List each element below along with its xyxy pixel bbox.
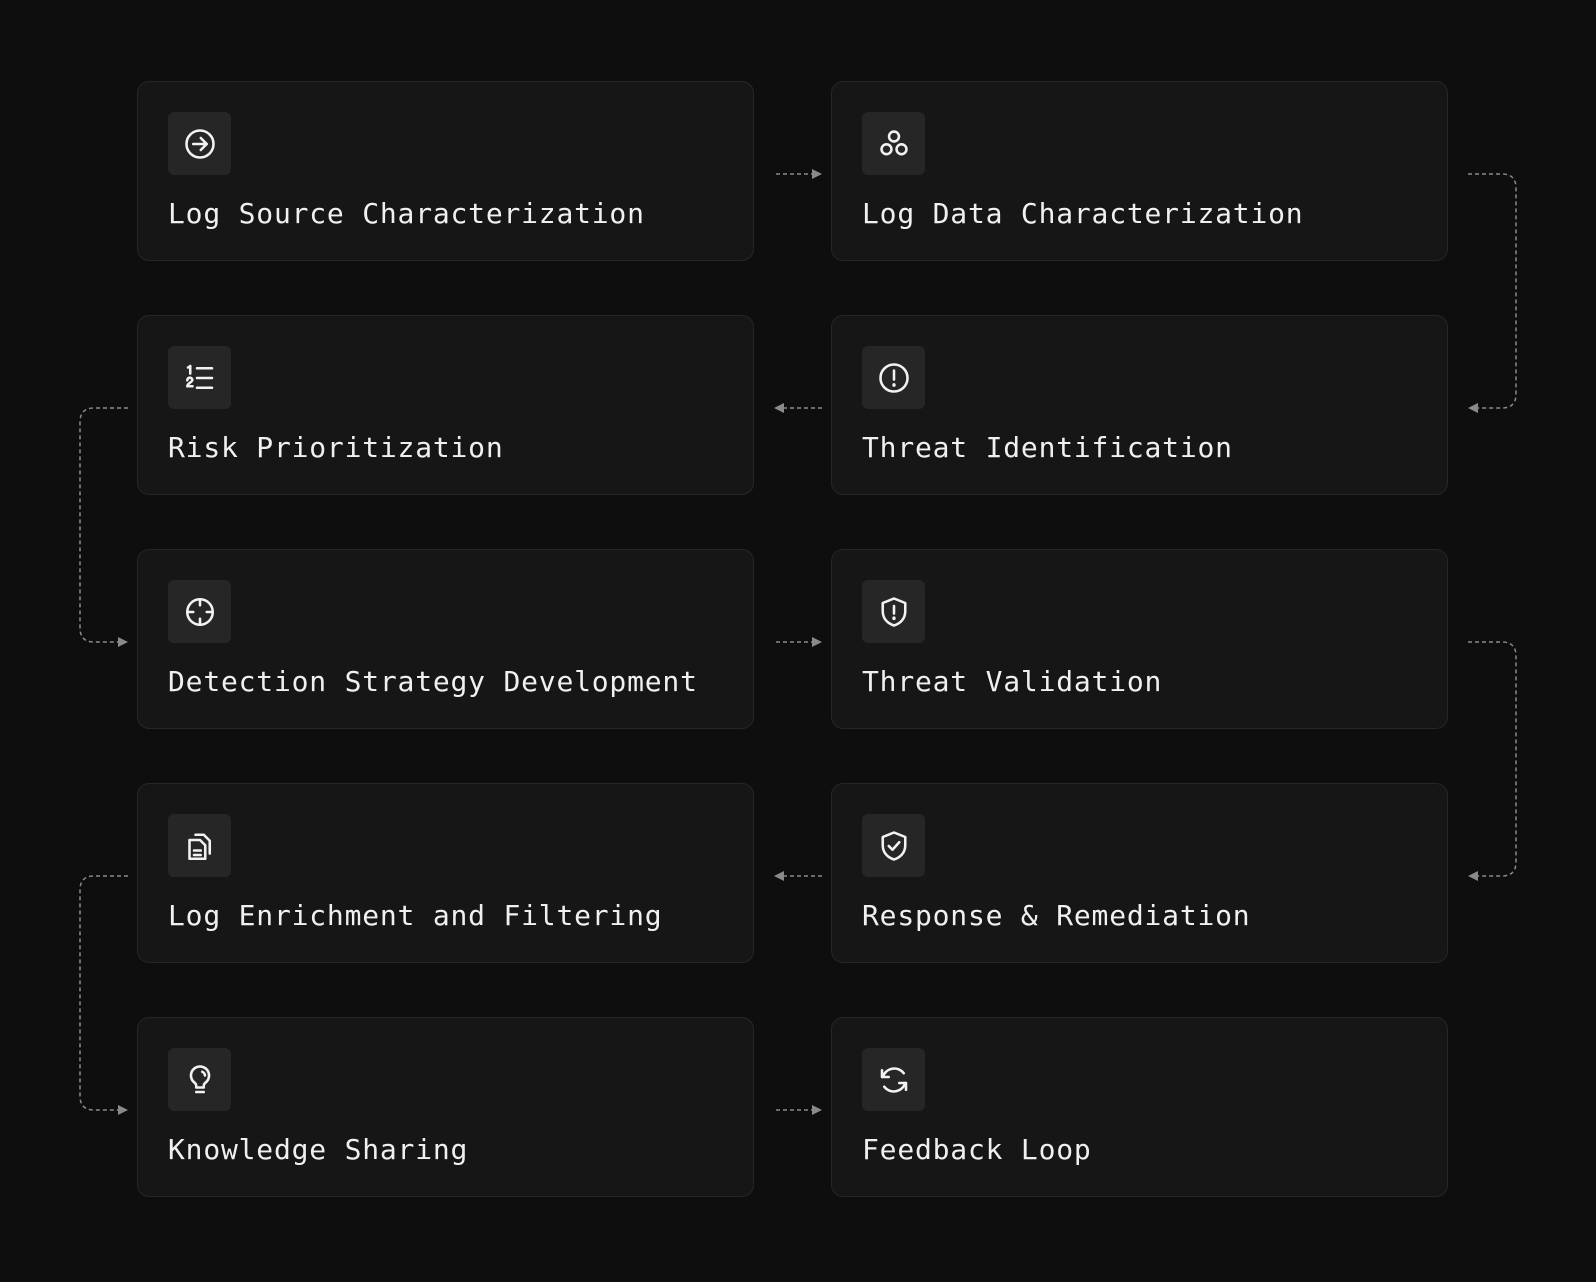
- step-label: Response & Remediation: [862, 899, 1251, 932]
- shield-check-icon: [862, 814, 925, 877]
- connector-7-9: [79, 875, 128, 1115]
- numbered-list-icon: [168, 346, 231, 409]
- step-card-log-source-characterization: Log Source Characterization: [137, 81, 754, 261]
- step-card-risk-prioritization: Risk Prioritization: [137, 315, 754, 495]
- step-label: Log Data Characterization: [862, 197, 1304, 230]
- step-card-feedback-loop: Feedback Loop: [831, 1017, 1448, 1197]
- step-label: Threat Identification: [862, 431, 1233, 464]
- arrow-circle-right-icon: [168, 112, 231, 175]
- lightbulb-icon: [168, 1048, 231, 1111]
- step-label: Detection Strategy Development: [168, 665, 698, 698]
- refresh-icon: [862, 1048, 925, 1111]
- step-card-knowledge-sharing: Knowledge Sharing: [137, 1017, 754, 1197]
- step-label: Threat Validation: [862, 665, 1163, 698]
- step-label: Knowledge Sharing: [168, 1133, 469, 1166]
- step-card-log-enrichment-and-filtering: Log Enrichment and Filtering: [137, 783, 754, 963]
- step-card-response-remediation: Response & Remediation: [831, 783, 1448, 963]
- step-card-log-data-characterization: Log Data Characterization: [831, 81, 1448, 261]
- step-card-threat-validation: Threat Validation: [831, 549, 1448, 729]
- connector-3-5: [79, 407, 128, 647]
- step-label: Log Enrichment and Filtering: [168, 899, 663, 932]
- step-card-threat-identification: Threat Identification: [831, 315, 1448, 495]
- documents-icon: [168, 814, 231, 877]
- connector-2-3: [1468, 173, 1517, 413]
- crosshair-icon: [168, 580, 231, 643]
- step-label: Risk Prioritization: [168, 431, 504, 464]
- shield-alert-icon: [862, 580, 925, 643]
- three-circles-icon: [862, 112, 925, 175]
- connector-6-8: [1468, 641, 1517, 881]
- step-label: Feedback Loop: [862, 1133, 1092, 1166]
- step-card-detection-strategy-development: Detection Strategy Development: [137, 549, 754, 729]
- alert-circle-icon: [862, 346, 925, 409]
- step-label: Log Source Characterization: [168, 197, 645, 230]
